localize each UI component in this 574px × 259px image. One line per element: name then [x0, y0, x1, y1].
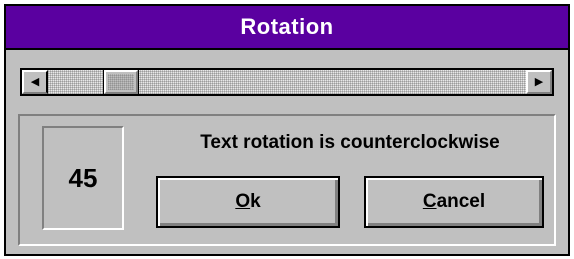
scroll-right-button[interactable]: ▶	[526, 70, 552, 94]
rotation-panel: 45 Text rotation is counterclockwise Ok …	[18, 114, 556, 246]
title-bar[interactable]: Rotation	[6, 6, 568, 50]
rotation-direction-message: Text rotation is counterclockwise	[200, 132, 500, 153]
cancel-button[interactable]: Cancel	[364, 176, 544, 228]
cancel-label-rest: ancel	[436, 191, 486, 212]
scroll-left-button[interactable]: ◀	[22, 70, 48, 94]
ok-label-rest: k	[250, 191, 261, 212]
cancel-button-label: Cancel	[423, 191, 485, 213]
dialog-title: Rotation	[240, 14, 334, 39]
ok-button[interactable]: Ok	[156, 176, 340, 228]
rotation-value-box: 45	[42, 126, 124, 230]
arrow-left-icon: ◀	[30, 75, 40, 88]
scroll-thumb[interactable]	[102, 69, 139, 95]
rotation-dialog: Rotation ◀ ▶ 45 Text rotation is counter…	[4, 4, 570, 256]
rotation-value: 45	[68, 162, 98, 193]
cancel-mnemonic: C	[422, 191, 437, 212]
rotation-scrollbar[interactable]: ◀ ▶	[20, 68, 554, 96]
arrow-right-icon: ▶	[534, 75, 544, 88]
ok-button-label: Ok	[235, 191, 260, 213]
ok-mnemonic: O	[235, 191, 251, 212]
scroll-thumb-texture	[107, 74, 134, 90]
